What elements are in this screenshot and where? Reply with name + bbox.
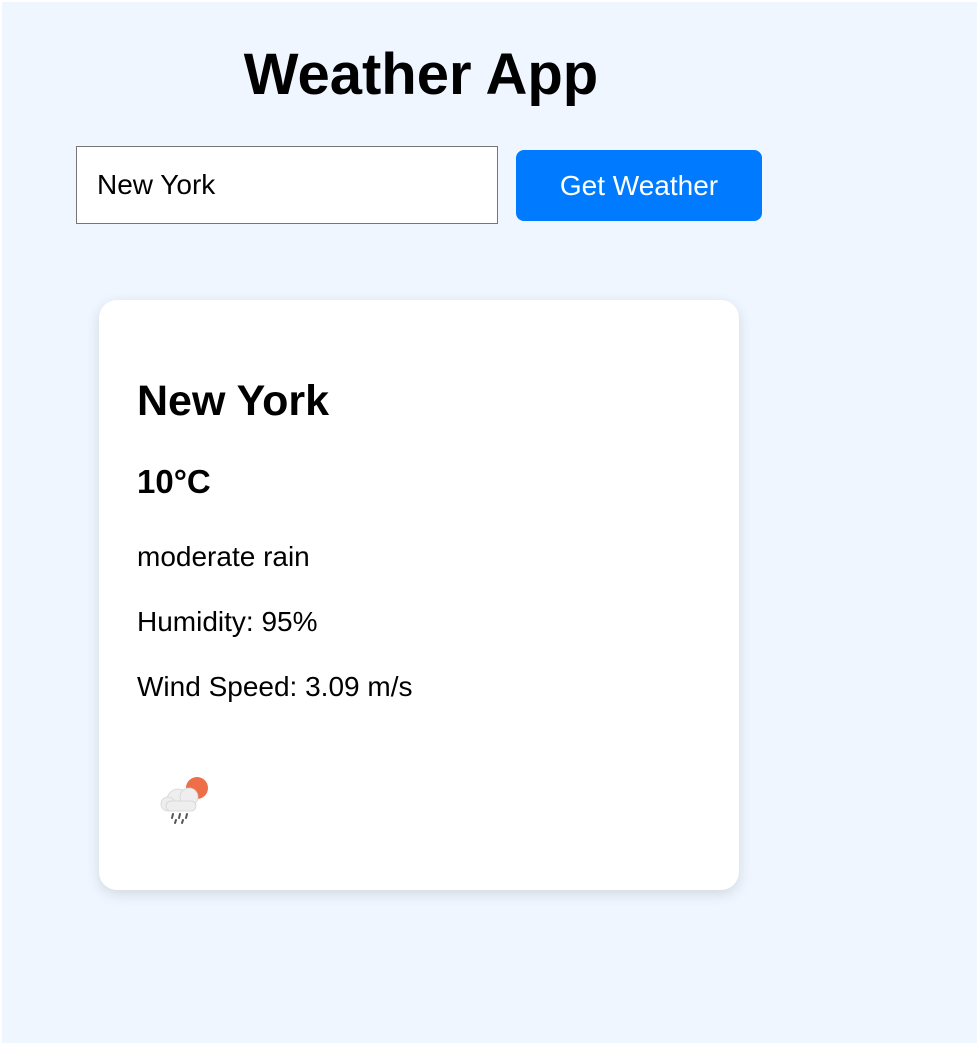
page: Weather App Get Weather New York 10°C mo… <box>2 2 977 1043</box>
weather-card: New York 10°C moderate rain Humidity: 95… <box>99 300 739 890</box>
city-search-input[interactable] <box>76 146 498 224</box>
city-name: New York <box>137 377 329 425</box>
rain-cloud-sun-icon <box>160 777 208 824</box>
temperature: 10°C <box>137 463 211 500</box>
page-title: Weather App <box>243 42 599 107</box>
get-weather-button[interactable]: Get Weather <box>516 150 762 221</box>
wind-speed: Wind Speed: 3.09 m/s <box>137 671 413 702</box>
humidity: Humidity: 95% <box>137 606 318 637</box>
weather-description: moderate rain <box>137 541 310 572</box>
